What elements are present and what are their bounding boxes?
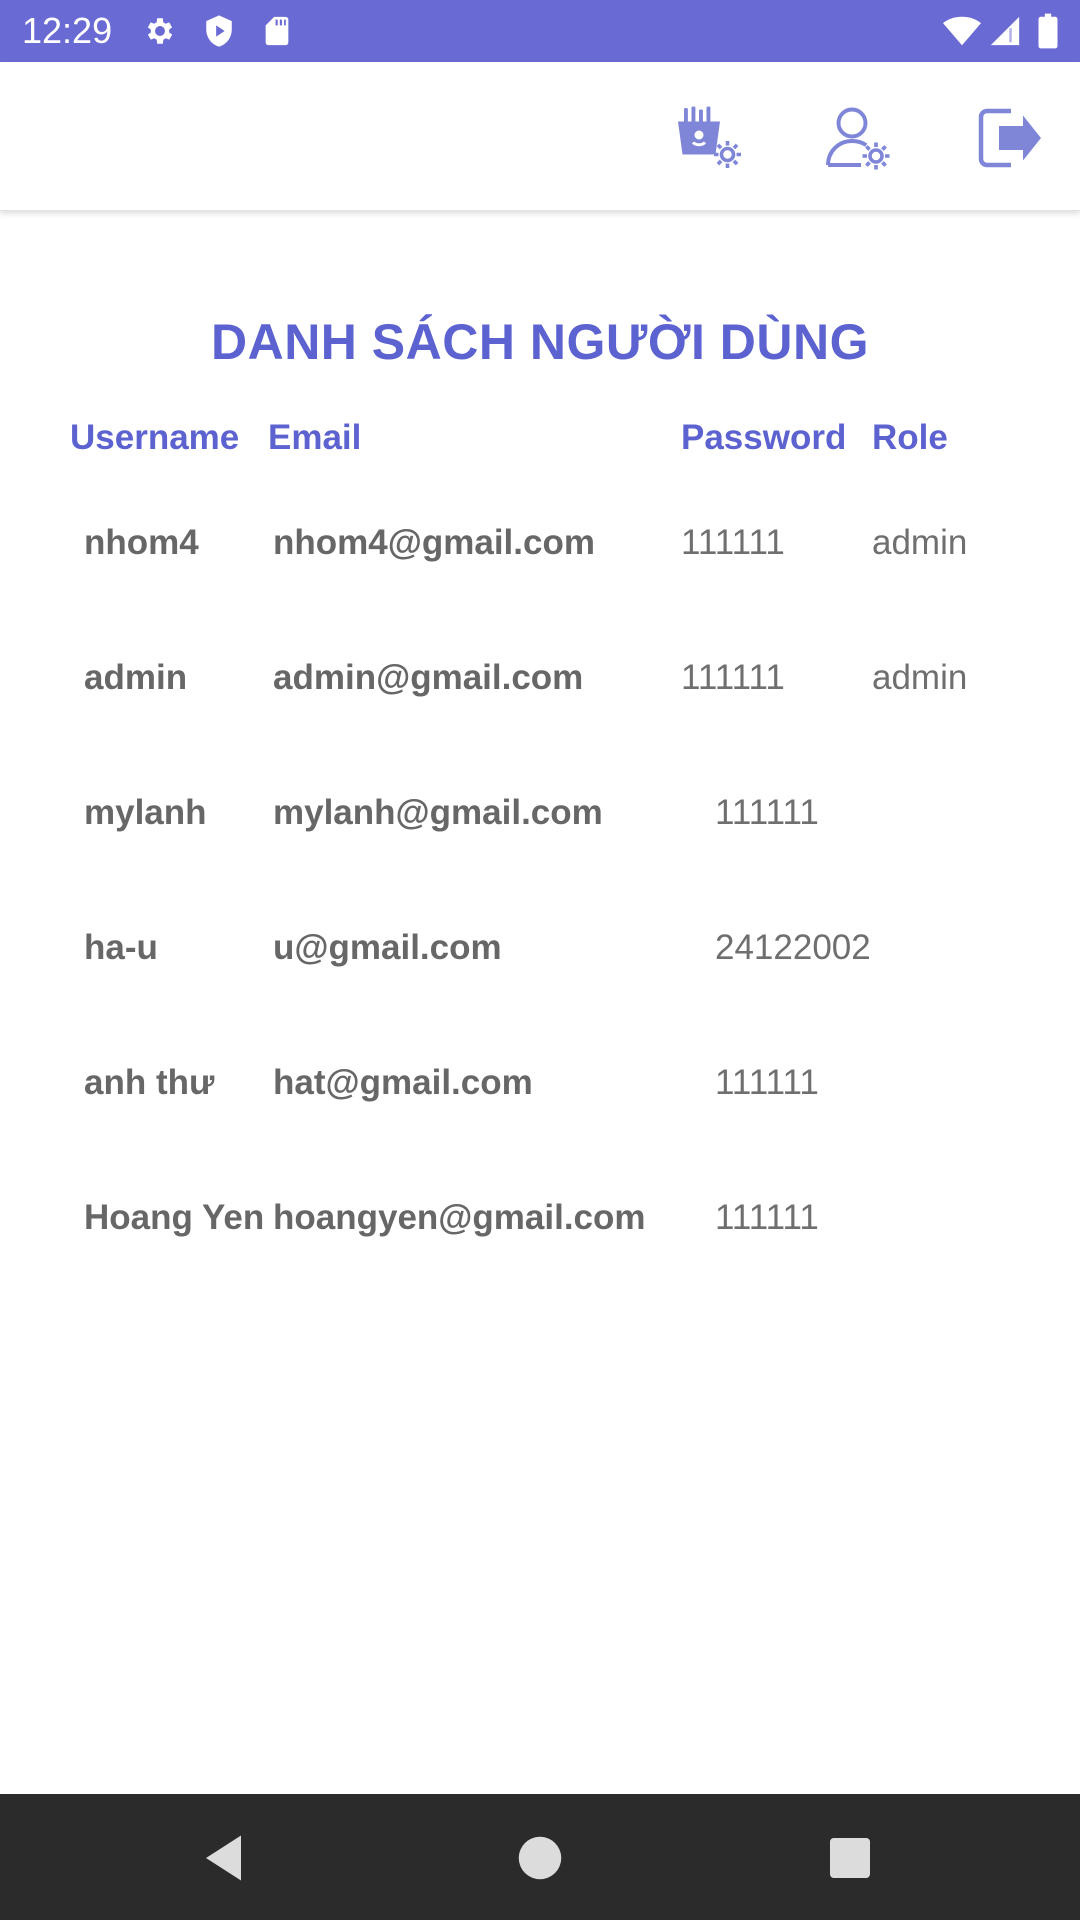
table-row[interactable]: ha-u u@gmail.com 24122002 bbox=[0, 924, 1080, 1004]
status-time: 12:29 bbox=[22, 10, 113, 51]
role-cell: admin bbox=[872, 658, 968, 697]
shield-play-icon bbox=[206, 15, 232, 47]
sd-card-icon bbox=[265, 16, 289, 46]
table-row[interactable]: admin admin@gmail.com 111111 admin bbox=[0, 654, 1080, 734]
email-cell: hat@gmail.com bbox=[273, 1063, 533, 1102]
email-cell: admin@gmail.com bbox=[273, 658, 584, 697]
battery-icon bbox=[1038, 13, 1058, 49]
username-cell: admin bbox=[84, 658, 188, 697]
email-cell: u@gmail.com bbox=[273, 928, 502, 967]
home-icon[interactable] bbox=[510, 1828, 570, 1888]
wifi-icon bbox=[943, 16, 981, 46]
email-cell: hoangyen@gmail.com bbox=[273, 1198, 646, 1237]
table-row[interactable]: Hoang Yen hoangyen@gmail.com 111111 bbox=[0, 1194, 1080, 1274]
username-cell: Hoang Yen bbox=[84, 1198, 265, 1237]
recents-icon[interactable] bbox=[820, 1828, 880, 1888]
password-cell: 111111 bbox=[715, 1063, 819, 1102]
logout-icon[interactable] bbox=[972, 102, 1044, 174]
table-row[interactable]: nhom4 nhom4@gmail.com 111111 admin bbox=[0, 519, 1080, 599]
username-cell: anh thư bbox=[84, 1063, 215, 1102]
column-header-password: Password bbox=[681, 418, 847, 457]
settings-icon bbox=[147, 18, 173, 44]
role-cell: admin bbox=[872, 523, 968, 562]
password-cell: 24122002 bbox=[715, 928, 871, 967]
column-header-email: Email bbox=[268, 418, 362, 457]
app-bar bbox=[0, 62, 1080, 211]
food-settings-icon[interactable] bbox=[672, 102, 744, 174]
column-header-username: Username bbox=[70, 418, 240, 457]
email-cell: mylanh@gmail.com bbox=[273, 793, 603, 832]
signal-icon bbox=[990, 16, 1020, 46]
password-cell: 111111 bbox=[715, 793, 819, 832]
column-header-role: Role bbox=[872, 418, 948, 457]
username-cell: nhom4 bbox=[84, 523, 199, 562]
password-cell: 111111 bbox=[681, 658, 785, 697]
status-bar: 12:29 bbox=[0, 0, 1080, 62]
table-row[interactable]: anh thư hat@gmail.com 111111 bbox=[0, 1059, 1080, 1139]
username-cell: mylanh bbox=[84, 793, 207, 832]
table-row[interactable]: mylanh mylanh@gmail.com 111111 bbox=[0, 789, 1080, 869]
email-cell: nhom4@gmail.com bbox=[273, 523, 595, 562]
page-title: DANH SÁCH NGƯỜI DÙNG bbox=[210, 314, 870, 370]
username-cell: ha-u bbox=[84, 928, 158, 967]
back-icon[interactable] bbox=[196, 1828, 256, 1888]
navigation-bar bbox=[0, 1794, 1080, 1920]
password-cell: 111111 bbox=[715, 1198, 819, 1237]
user-settings-icon[interactable] bbox=[822, 102, 894, 174]
password-cell: 111111 bbox=[681, 523, 785, 562]
